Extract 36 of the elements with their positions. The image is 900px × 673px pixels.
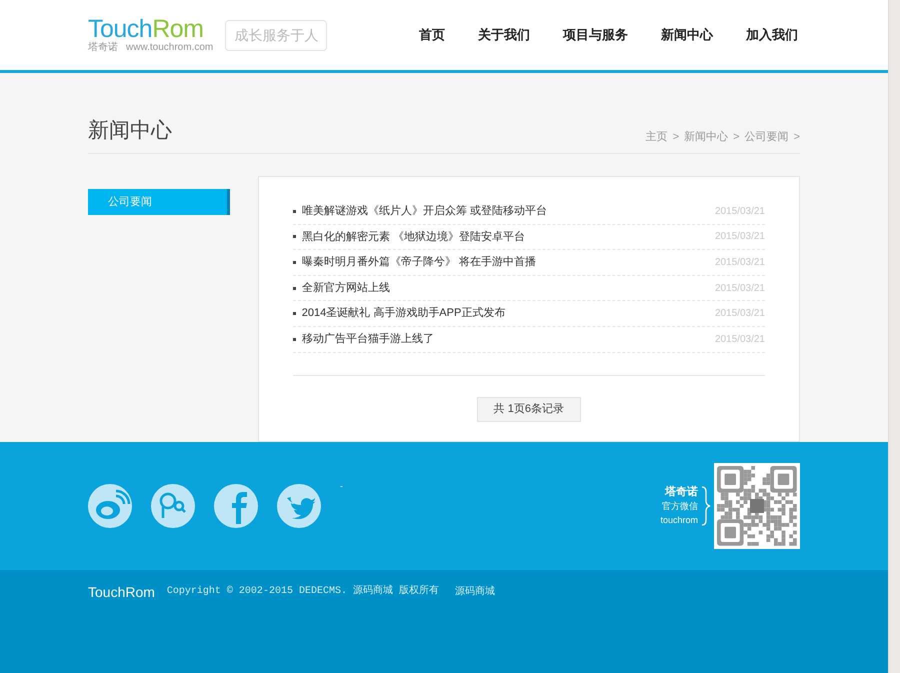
brace-icon	[701, 486, 711, 526]
news-link[interactable]: 2014圣诞献礼 高手游戏助手APP正式发布	[302, 305, 506, 322]
wechat-label: 官方微信	[662, 500, 698, 513]
bullet-icon	[292, 235, 296, 238]
news-link[interactable]: 黑白化的解密元素 《地狱边境》登陆安卓平台	[302, 228, 525, 246]
breadcrumb-separator: >	[794, 130, 800, 144]
weibo-icon[interactable]	[88, 484, 132, 528]
nav-link[interactable]: 项目与服务	[563, 25, 628, 45]
twitter-icon[interactable]	[277, 484, 321, 528]
logo-tagline: 塔奇诺	[88, 42, 118, 54]
bullet-icon	[292, 312, 296, 316]
nav-link[interactable]: 新闻中心	[661, 25, 713, 45]
logo-url: www.touchrom.com	[126, 42, 214, 54]
breadcrumb-separator: >	[672, 130, 680, 144]
bullet-icon	[292, 260, 296, 264]
facebook-icon[interactable]	[214, 484, 258, 528]
copyright-text: Copyright © 2002-2015 DEDECMS. 源码商城 版权所有	[166, 584, 439, 599]
news-link[interactable]: 移动广告平台猫手游上线了	[302, 331, 434, 348]
pagination-info: 共 1页6条记录	[476, 396, 582, 422]
slogan-badge: 成长服务于人	[225, 20, 328, 50]
page-title: 新闻中心	[88, 118, 172, 144]
bullet-icon	[292, 286, 296, 290]
bullet-icon	[292, 210, 296, 213]
wechat-label: touchrom	[660, 514, 698, 527]
footer-mark: -	[340, 480, 343, 493]
nav-link[interactable]: 加入我们	[746, 25, 798, 45]
news-link[interactable]: 曝秦时明月番外篇《帝子降兮》 将在手游中首播	[302, 254, 536, 271]
footer-logo[interactable]: TouchRom	[88, 584, 155, 600]
nav-link[interactable]: 关于我们	[478, 25, 530, 45]
news-link[interactable]: 全新官方网站上线	[302, 280, 390, 296]
news-link[interactable]: 唯美解谜游戏《纸片人》开启众筹 或登陆移动平台	[302, 203, 547, 220]
nav-link[interactable]: 首页	[419, 25, 445, 45]
bullet-icon	[292, 338, 296, 341]
breadcrumb-separator: >	[733, 130, 740, 144]
qr-code-icon	[714, 463, 800, 549]
wechat-label: 塔奇诺	[665, 485, 698, 499]
